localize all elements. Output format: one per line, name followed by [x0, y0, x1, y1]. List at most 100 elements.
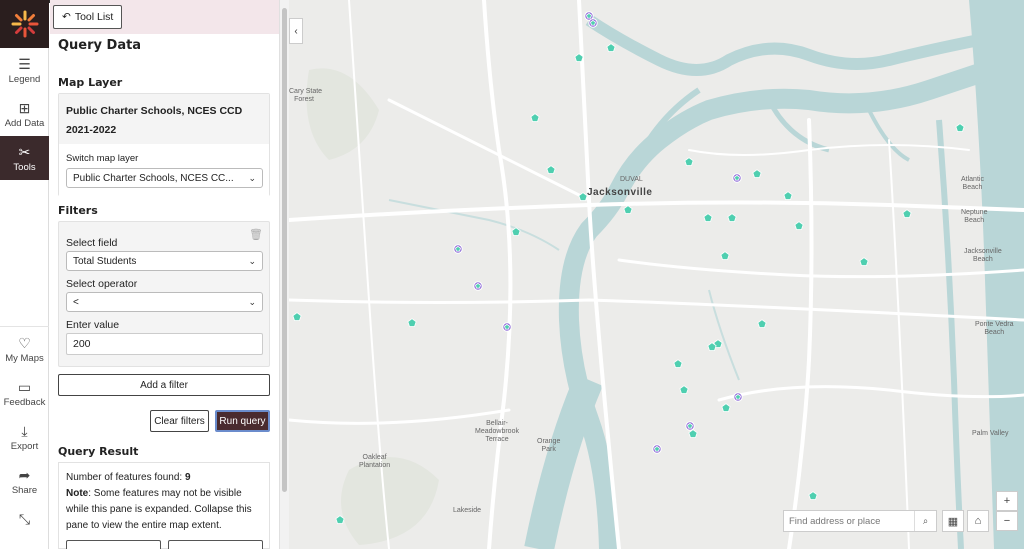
- school-point[interactable]: [721, 403, 731, 412]
- query-result-card: Number of features found: 9 Note: Some f…: [58, 462, 270, 549]
- search-icon[interactable]: ⌕: [914, 511, 936, 531]
- rail-share-label: Share: [11, 484, 38, 496]
- school-point[interactable]: [703, 213, 713, 222]
- school-point[interactable]: [752, 169, 762, 178]
- school-point[interactable]: [335, 515, 345, 524]
- select-operator-dropdown[interactable]: < ⌄: [66, 292, 263, 312]
- school-point[interactable]: [673, 359, 683, 368]
- school-point[interactable]: [606, 43, 616, 52]
- back-arrow-icon: ↶: [62, 11, 71, 23]
- zoom-in-button[interactable]: +: [996, 491, 1018, 511]
- features-found-label: Number of features found:: [66, 472, 183, 483]
- map-search-placeholder: Find address or place: [789, 515, 881, 527]
- left-rail: ☰ Legend ⊞ Add Data ✂ Tools ♡ My Maps ▭ …: [0, 0, 49, 549]
- school-point[interactable]: [794, 221, 804, 230]
- chat-icon: ▭: [17, 378, 32, 395]
- home-icon: ⌂: [974, 515, 982, 527]
- select-field-label: Select field: [66, 237, 118, 249]
- chevron-down-icon: ⌄: [248, 172, 256, 183]
- rail-export-label: Export: [10, 440, 39, 452]
- switch-layer-value: Public Charter Schools, NCES CC...: [73, 172, 234, 184]
- school-point[interactable]: [679, 385, 689, 394]
- school-point[interactable]: [546, 165, 556, 174]
- rail-collapse-button[interactable]: ⤡: [0, 503, 49, 537]
- rail-tools-button[interactable]: ✂ Tools: [0, 136, 49, 180]
- run-query-button[interactable]: Run query: [215, 410, 270, 432]
- features-found-count: 9: [184, 472, 191, 483]
- list-icon: ☰: [18, 55, 31, 72]
- map-layer-card: Public Charter Schools, NCES CCD 2021-20…: [58, 93, 270, 196]
- rail-legend-button[interactable]: ☰ Legend: [0, 48, 49, 92]
- tool-list-button[interactable]: ↶ Tool List: [53, 5, 123, 29]
- note-text: : Some features may not be visible while…: [66, 488, 252, 531]
- school-point[interactable]: [757, 319, 767, 328]
- app-logo[interactable]: [0, 0, 49, 48]
- rail-add-data-button[interactable]: ⊞ Add Data: [0, 92, 49, 136]
- add-filter-label: Add a filter: [140, 379, 188, 391]
- chevron-left-icon: ‹: [294, 25, 298, 37]
- school-point[interactable]: [511, 227, 521, 236]
- school-point[interactable]: [688, 429, 698, 438]
- download-icon: ⤓: [21, 422, 28, 439]
- run-query-label: Run query: [219, 415, 266, 427]
- rail-add-data-label: Add Data: [4, 117, 45, 129]
- school-point[interactable]: [783, 191, 793, 200]
- rail-my-maps-label: My Maps: [5, 352, 44, 364]
- rail-share-button[interactable]: ➦ Share: [0, 459, 49, 503]
- query-result-heading: Query Result: [58, 445, 139, 458]
- chevron-down-icon: ⌄: [248, 255, 256, 266]
- school-point[interactable]: [292, 312, 302, 321]
- trash-icon[interactable]: 🗑: [249, 228, 263, 241]
- add-data-icon: ⊞: [18, 99, 31, 116]
- minus-icon: −: [1003, 515, 1011, 527]
- home-button[interactable]: ⌂: [967, 510, 989, 532]
- school-point[interactable]: [623, 205, 633, 214]
- export-results-button[interactable]: [168, 540, 263, 549]
- collapse-panel-button[interactable]: ‹: [289, 18, 303, 44]
- plus-icon: +: [1003, 495, 1011, 507]
- tools-icon: ✂: [18, 143, 31, 160]
- school-point[interactable]: [902, 209, 912, 218]
- rail-my-maps-button[interactable]: ♡ My Maps: [0, 327, 49, 371]
- panel-scrollbar[interactable]: [279, 0, 289, 549]
- school-point[interactable]: [720, 251, 730, 260]
- school-point[interactable]: [859, 257, 869, 266]
- add-filter-button[interactable]: Add a filter: [58, 374, 270, 396]
- school-point[interactable]: [808, 491, 818, 500]
- school-point[interactable]: [574, 53, 584, 62]
- rail-feedback-button[interactable]: ▭ Feedback: [0, 371, 49, 415]
- rail-export-button[interactable]: ⤓ Export: [0, 415, 49, 459]
- view-results-button[interactable]: [66, 540, 161, 549]
- qr-code-button[interactable]: ▦: [942, 510, 964, 532]
- school-point[interactable]: [955, 123, 965, 132]
- collapse-arrows-icon: ⤡: [18, 511, 31, 527]
- panel-scroll-thumb[interactable]: [282, 8, 287, 492]
- zoom-out-button[interactable]: −: [996, 511, 1018, 531]
- note-line: Note: Some features may not be visible w…: [66, 486, 262, 534]
- map-view[interactable]: Jacksonville DUVAL Cary State Forest Atl…: [289, 0, 1024, 549]
- layer-name: Public Charter Schools, NCES CCD 2021-20…: [59, 94, 269, 148]
- select-operator-value: <: [73, 296, 79, 308]
- clear-filters-label: Clear filters: [154, 415, 205, 427]
- panel-title: Query Data: [58, 38, 142, 53]
- starburst-logo-icon: [11, 10, 38, 38]
- heart-icon: ♡: [18, 334, 31, 351]
- enter-value-text: 200: [73, 338, 91, 350]
- select-field-value: Total Students: [73, 255, 137, 267]
- map-search-input[interactable]: Find address or place ⌕: [783, 510, 937, 532]
- switch-layer-select[interactable]: Public Charter Schools, NCES CC... ⌄: [66, 168, 263, 188]
- school-point[interactable]: [684, 157, 694, 166]
- panel-header: ↶ Tool List: [50, 0, 279, 34]
- school-point[interactable]: [578, 192, 588, 201]
- school-point[interactable]: [407, 318, 417, 327]
- school-point[interactable]: [727, 213, 737, 222]
- filter-card: 🗑 Select field Total Students ⌄ Select o…: [58, 221, 270, 367]
- rail-tools-label: Tools: [13, 161, 36, 173]
- enter-value-input[interactable]: 200: [66, 333, 263, 355]
- rail-spacer: [0, 180, 48, 326]
- select-field-dropdown[interactable]: Total Students ⌄: [66, 251, 263, 271]
- note-label: Note: [66, 488, 89, 499]
- share-icon: ➦: [18, 466, 31, 483]
- school-point[interactable]: [530, 113, 540, 122]
- clear-filters-button[interactable]: Clear filters: [150, 410, 209, 432]
